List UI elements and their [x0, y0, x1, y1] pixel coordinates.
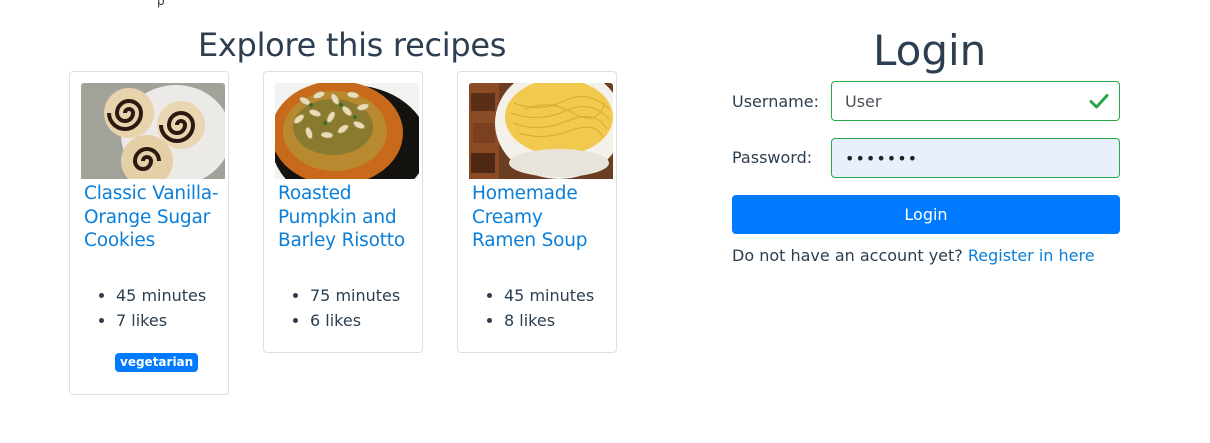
- recipe-image[interactable]: [81, 83, 225, 179]
- recipe-card: Roasted Pumpkin and Barley Risotto 75 mi…: [263, 71, 423, 353]
- recipe-likes: 6 likes: [310, 308, 400, 333]
- explore-title: Explore this recipes: [198, 26, 507, 64]
- register-prompt: Do not have an account yet? Register in …: [732, 246, 1095, 265]
- username-label: Username:: [732, 92, 819, 111]
- recipe-title-link[interactable]: Classic Vanilla-Orange Sugar Cookies: [84, 182, 224, 253]
- recipe-card: Homemade Creamy Ramen Soup 45 minutes 8 …: [457, 71, 617, 353]
- recipe-time: 45 minutes: [504, 283, 594, 308]
- recipe-details: 75 minutes 6 likes: [278, 283, 400, 333]
- password-field[interactable]: [831, 138, 1120, 178]
- recipe-details: 45 minutes 8 likes: [472, 283, 594, 333]
- recipe-card: Classic Vanilla-Orange Sugar Cookies 45 …: [69, 71, 229, 395]
- recipe-likes: 8 likes: [504, 308, 594, 333]
- recipe-time: 45 minutes: [116, 283, 206, 308]
- vegetarian-badge: vegetarian: [115, 353, 199, 372]
- recipe-image[interactable]: [469, 83, 613, 179]
- password-label: Password:: [732, 148, 813, 167]
- login-button[interactable]: Login: [732, 195, 1120, 234]
- register-link[interactable]: Register in here: [968, 246, 1095, 265]
- register-prompt-text: Do not have an account yet?: [732, 246, 963, 265]
- recipe-title-link[interactable]: Roasted Pumpkin and Barley Risotto: [278, 182, 418, 253]
- recipe-details: 45 minutes 7 likes: [84, 283, 206, 333]
- recipe-title-link[interactable]: Homemade Creamy Ramen Soup: [472, 182, 612, 253]
- clipped-text-fragment: ρ: [157, 0, 165, 8]
- recipe-time: 75 minutes: [310, 283, 400, 308]
- recipe-likes: 7 likes: [116, 308, 206, 333]
- login-title: Login: [873, 26, 987, 75]
- recipe-image[interactable]: [275, 83, 419, 179]
- username-field[interactable]: [831, 81, 1120, 121]
- valid-check-icon: [1089, 94, 1109, 109]
